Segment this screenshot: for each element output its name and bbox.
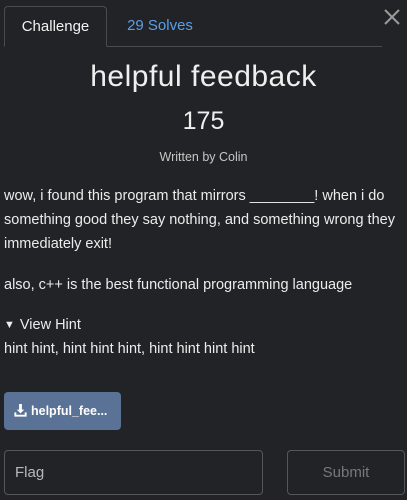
flag-input[interactable] [4, 450, 263, 495]
challenge-author: Written by Colin [159, 150, 248, 164]
hint-text: hint hint, hint hint hint, hint hint hin… [4, 341, 255, 357]
challenge-description: wow, i found this program that mirrors _… [4, 188, 395, 252]
triangle-down-icon: ▼ [4, 319, 15, 331]
tab-bar: Challenge 29 Solves [4, 6, 382, 47]
close-icon [384, 9, 400, 25]
download-file-button[interactable]: helpful_fee... [4, 392, 121, 430]
challenge-modal: Challenge 29 Solves helpful feedback 175… [0, 0, 407, 500]
challenge-title: helpful feedback [90, 60, 317, 93]
view-hint-toggle[interactable]: ▼ View Hint [4, 313, 81, 337]
tab-challenge[interactable]: Challenge [4, 6, 107, 47]
tab-solves[interactable]: 29 Solves [112, 6, 208, 46]
challenge-description-extra: also, c++ is the best functional program… [4, 277, 353, 293]
challenge-points: 175 [182, 107, 225, 135]
close-button[interactable] [381, 6, 403, 28]
file-name-label: helpful_fee... [31, 404, 108, 418]
download-icon [13, 395, 28, 430]
submit-button[interactable]: Submit [287, 450, 405, 495]
view-hint-label: View Hint [19, 317, 81, 333]
